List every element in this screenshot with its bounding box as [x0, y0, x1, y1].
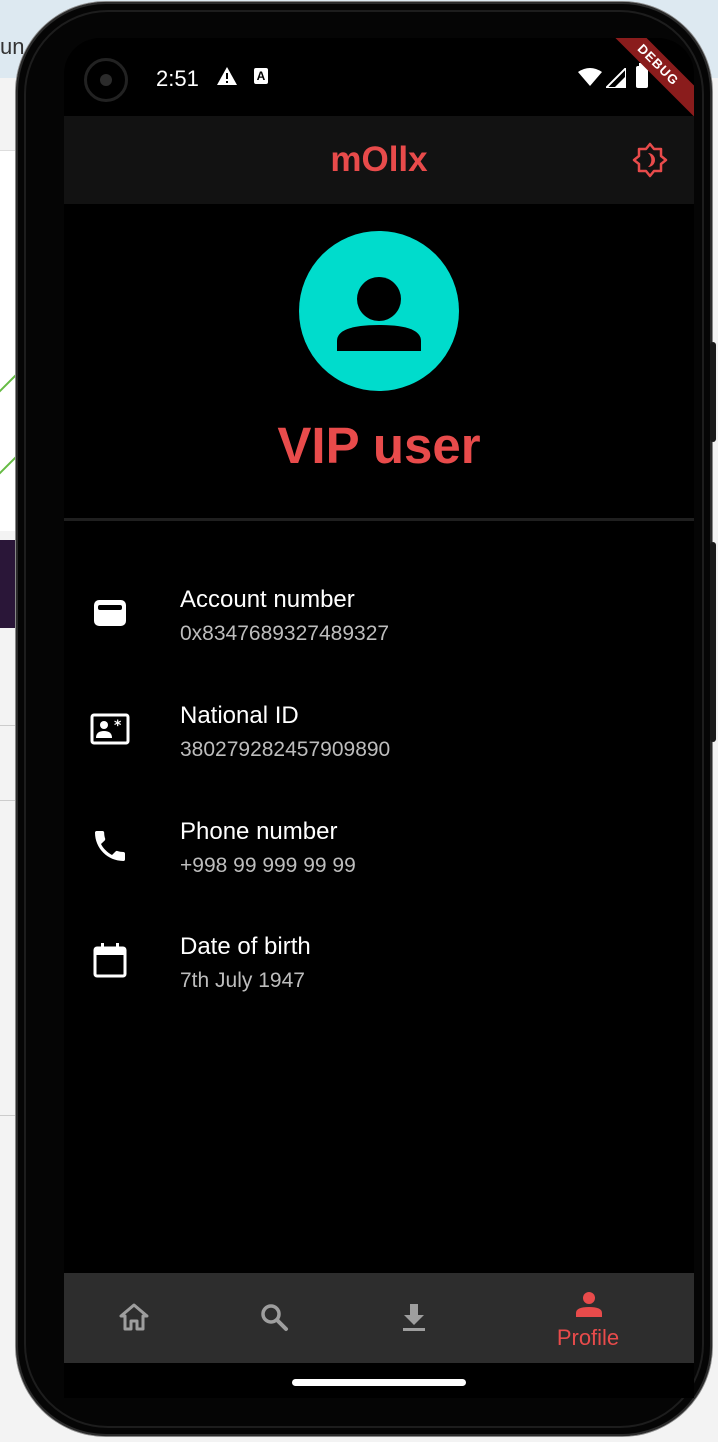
nav-item-profile[interactable]: Profile: [538, 1273, 638, 1363]
info-label: National ID: [180, 702, 299, 729]
search-icon: [261, 1304, 288, 1331]
front-camera: [84, 58, 128, 102]
download-icon: [403, 1304, 425, 1331]
info-label: Date of birth: [180, 933, 311, 960]
svg-text:*: *: [114, 718, 122, 734]
nav-item-search[interactable]: [234, 1273, 314, 1363]
a-badge-icon: A: [254, 68, 268, 84]
list-item-national-id[interactable]: * National ID 380279282457909890: [64, 702, 694, 782]
home-icon: [119, 1303, 149, 1331]
id-card-icon: *: [90, 710, 130, 750]
home-indicator[interactable]: [292, 1379, 466, 1386]
person-icon: [576, 1292, 602, 1317]
status-bar: 2:51 A DEBUG: [64, 38, 694, 130]
wifi-icon: [578, 68, 602, 91]
list-item-date-of-birth[interactable]: Date of birth 7th July 1947: [64, 933, 694, 1013]
signal-icon: [603, 65, 627, 93]
power-button[interactable]: [710, 542, 716, 742]
avatar[interactable]: [299, 231, 459, 391]
nav-item-home[interactable]: [94, 1273, 174, 1363]
status-time: 2:51: [156, 66, 199, 91]
info-value: 0x8347689327489327: [180, 622, 390, 645]
phone-icon: [90, 826, 130, 866]
user-name: VIP user: [277, 417, 481, 474]
list-item-phone-number[interactable]: Phone number +998 99 999 99 99: [64, 818, 694, 898]
info-value: +998 99 999 99 99: [180, 854, 356, 877]
app-bar: mOllx: [64, 116, 694, 204]
info-label: Account number: [180, 586, 355, 613]
nav-label-profile: Profile: [556, 1325, 620, 1350]
background-title: un: [0, 34, 25, 59]
header-divider: [64, 518, 694, 521]
info-label: Phone number: [180, 818, 338, 845]
phone-frame: 2:51 A DEBUG mOllx VIP user Account numb…: [16, 2, 716, 1436]
bottom-navigation: Profile: [64, 1273, 694, 1363]
brightness-icon[interactable]: [632, 142, 668, 178]
app-title: mOllx: [330, 140, 428, 179]
person-icon: [337, 277, 421, 351]
wallet-icon: [90, 594, 130, 634]
list-item-account-number[interactable]: Account number 0x8347689327489327: [64, 586, 694, 666]
calendar-icon: [90, 941, 130, 981]
nav-item-download[interactable]: [374, 1273, 454, 1363]
info-value: 380279282457909890: [180, 738, 391, 761]
info-value: 7th July 1947: [180, 969, 305, 992]
phone-screen: 2:51 A DEBUG mOllx VIP user Account numb…: [64, 38, 694, 1398]
volume-button[interactable]: [710, 342, 716, 442]
alert-icon: [216, 66, 238, 91]
